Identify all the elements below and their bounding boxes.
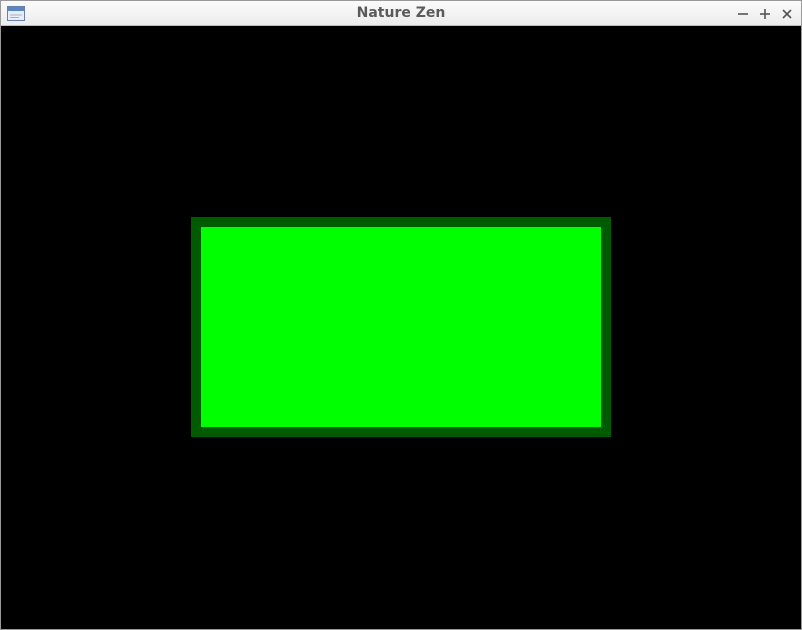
game-canvas[interactable] xyxy=(1,26,801,629)
maximize-icon[interactable] xyxy=(757,6,773,22)
window-controls xyxy=(735,1,795,26)
app-window: Nature Zen xyxy=(0,0,802,630)
title-bar[interactable]: Nature Zen xyxy=(1,1,801,26)
window-title: Nature Zen xyxy=(356,5,446,21)
close-icon[interactable] xyxy=(779,6,795,22)
green-rectangle xyxy=(191,217,611,437)
green-rectangle-fill xyxy=(201,227,601,427)
minimize-icon[interactable] xyxy=(735,6,751,22)
